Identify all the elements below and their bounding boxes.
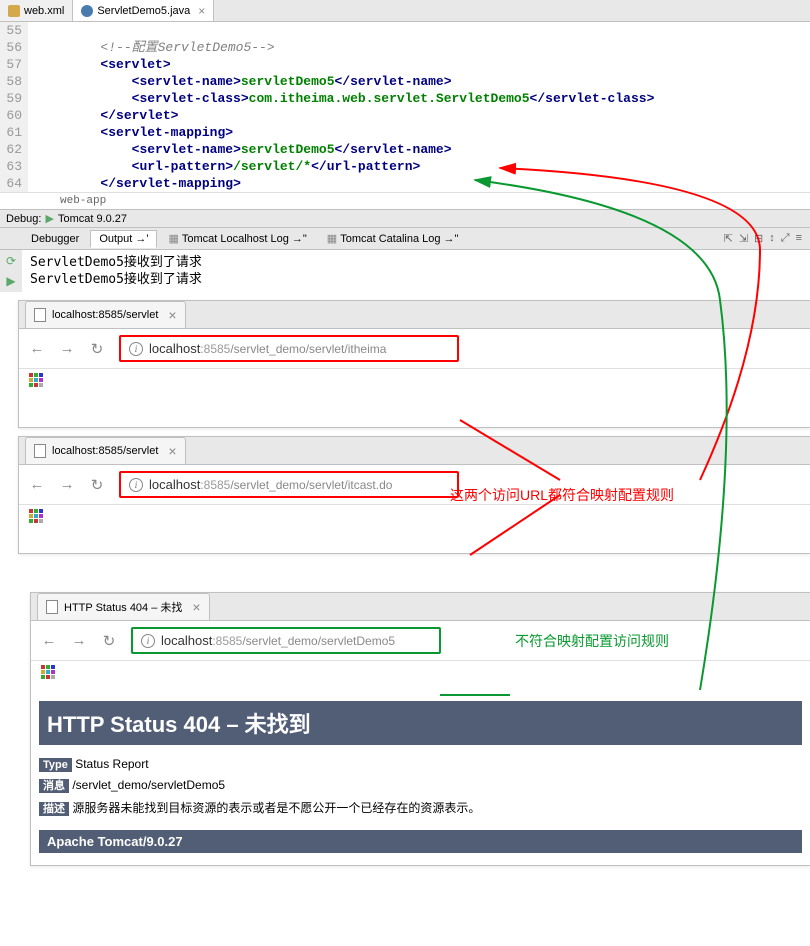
code-content[interactable]: <!--配置ServletDemo5--> <servlet> <servlet… (28, 22, 810, 192)
browser-tab-title: localhost:8585/servlet (52, 445, 158, 457)
tab-catalina-log[interactable]: ▦ Tomcat Catalina Log →" (318, 229, 468, 248)
tool-icon[interactable]: ⊟ (754, 232, 763, 245)
editor-tabs: web.xml ServletDemo5.java × (0, 0, 810, 22)
browser-window-3: HTTP Status 404 – 未找 × ← → ↻ i localhost… (30, 592, 810, 866)
annotation-red: 这两个访问URL都符合映射配置规则 (450, 485, 674, 505)
reload-icon[interactable]: ↻ (89, 340, 105, 358)
forward-icon[interactable]: → (59, 340, 75, 357)
apps-icon[interactable] (29, 373, 43, 387)
browser-tab[interactable]: localhost:8585/servlet × (25, 437, 186, 464)
page-icon (34, 308, 46, 322)
debug-config: Tomcat 9.0.27 (58, 213, 127, 225)
apps-icon[interactable] (41, 665, 55, 679)
browser-tab[interactable]: HTTP Status 404 – 未找 × (37, 593, 210, 620)
tab-debugger[interactable]: Debugger (22, 230, 88, 248)
info-icon[interactable]: i (129, 342, 143, 356)
play-icon[interactable]: ▶ (6, 274, 15, 288)
reload-icon[interactable]: ↻ (101, 632, 117, 650)
info-icon[interactable]: i (141, 634, 155, 648)
error-body: HTTP Status 404 – 未找到 Type Status Report… (31, 689, 810, 865)
arrow-icon: →' (135, 233, 148, 245)
browser-tab[interactable]: localhost:8585/servlet × (25, 301, 186, 328)
tab-localhost-log[interactable]: ▦ Tomcat Localhost Log →" (159, 229, 315, 248)
page-icon (46, 600, 58, 614)
browser-window-2: localhost:8585/servlet × ← → ↻ i localho… (18, 436, 810, 554)
browser-tab-title: HTTP Status 404 – 未找 (64, 599, 182, 615)
page-icon (34, 444, 46, 458)
tool-icon[interactable]: ⇱ (724, 232, 733, 245)
tab-label: web.xml (24, 5, 64, 17)
reload-icon[interactable]: ↻ (89, 476, 105, 494)
error-title: HTTP Status 404 – 未找到 (39, 701, 802, 745)
browser-window-1: localhost:8585/servlet × ← → ↻ i localho… (18, 300, 810, 428)
tool-icon[interactable]: ≡ (796, 232, 802, 245)
tab-web-xml[interactable]: web.xml (0, 0, 73, 21)
code-editor[interactable]: 55565758596061626364 <!--配置ServletDemo5-… (0, 22, 810, 192)
address-bar[interactable]: i localhost:8585/servlet_demo/servlet/it… (119, 471, 459, 498)
rerun-icon[interactable]: ⟳ (6, 254, 16, 268)
debug-label: Debug: (6, 213, 41, 225)
tab-label: ServletDemo5.java (97, 5, 190, 17)
console-gutter: ⟳ ▶ (0, 250, 22, 292)
back-icon[interactable]: ← (29, 340, 45, 357)
address-bar[interactable]: i localhost:8585/servlet_demo/servletDem… (131, 627, 441, 654)
close-icon[interactable]: × (168, 443, 176, 459)
run-icon[interactable]: ▶ (45, 212, 53, 225)
forward-icon[interactable]: → (59, 476, 75, 493)
java-icon (81, 5, 93, 17)
address-bar[interactable]: i localhost:8585/servlet_demo/servlet/it… (119, 335, 459, 362)
tomcat-footer: Apache Tomcat/9.0.27 (39, 830, 802, 853)
tool-tabs: Debugger Output →' ▦ Tomcat Localhost Lo… (0, 228, 810, 250)
console: ⟳ ▶ ServletDemo5接收到了请求 ServletDemo5接收到了请… (0, 250, 810, 292)
back-icon[interactable]: ← (29, 476, 45, 493)
close-icon[interactable]: × (168, 307, 176, 323)
info-icon[interactable]: i (129, 478, 143, 492)
tool-icons: ⇱ ⇲ ⊟ ↕ ⤢ ≡ (724, 232, 810, 245)
back-icon[interactable]: ← (41, 632, 57, 649)
xml-icon (8, 5, 20, 17)
apps-icon[interactable] (29, 509, 43, 523)
line-gutter: 55565758596061626364 (0, 22, 28, 192)
close-icon[interactable]: × (198, 4, 205, 18)
breadcrumb: web-app (0, 192, 810, 209)
browser-tab-title: localhost:8585/servlet (52, 309, 158, 321)
tool-icon[interactable]: ⇲ (739, 232, 748, 245)
forward-icon[interactable]: → (71, 632, 87, 649)
console-output[interactable]: ServletDemo5接收到了请求 ServletDemo5接收到了请求 (22, 250, 210, 292)
close-icon[interactable]: × (192, 599, 200, 615)
tool-icon[interactable]: ↕ (769, 232, 775, 245)
tool-icon[interactable]: ⤢ (781, 232, 790, 245)
debug-bar: Debug: ▶ Tomcat 9.0.27 (0, 209, 810, 228)
annotation-green: 不符合映射配置访问规则 (515, 631, 669, 651)
tab-output[interactable]: Output →' (90, 230, 157, 248)
tab-servlet-demo5[interactable]: ServletDemo5.java × (73, 0, 214, 21)
